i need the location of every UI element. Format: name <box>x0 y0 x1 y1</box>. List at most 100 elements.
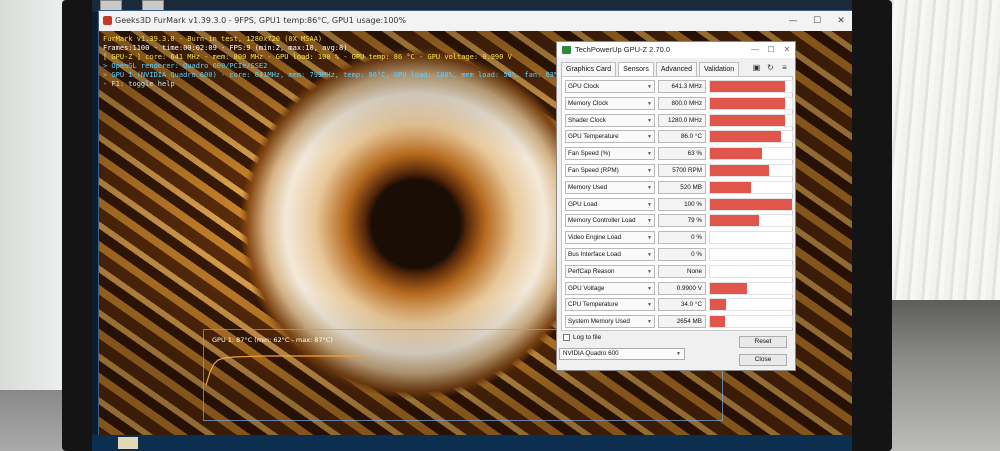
tab-validation[interactable]: Validation <box>698 62 740 76</box>
sensor-graph <box>709 164 793 177</box>
sensor-name-dropdown[interactable]: Bus Interface Load <box>565 248 655 261</box>
sensor-name-dropdown[interactable]: Fan Speed (RPM) <box>565 164 655 177</box>
sensor-value: 100 % <box>658 197 706 211</box>
sensor-graph-fill <box>710 165 770 176</box>
sensor-row: Memory Controller Load ▼ 79 % <box>565 214 793 228</box>
tab-sensors[interactable]: Sensors <box>618 62 654 76</box>
sensor-row: PerfCap Reason ▼ None <box>565 264 793 279</box>
maximize-button[interactable]: ☐ <box>805 11 829 31</box>
log-to-file-option[interactable]: Log to file <box>563 333 601 342</box>
camera-icon[interactable]: ▣ <box>752 63 761 72</box>
osd-line: > OpenGL renderer: Quadro 600/PCIe/SSE2 <box>103 62 268 70</box>
sensor-name-dropdown[interactable]: Fan Speed (%) <box>565 147 655 161</box>
chevron-down-icon: ▼ <box>647 285 652 292</box>
osd-line: - F1: toggle help <box>103 80 175 88</box>
sensor-row: Fan Speed (RPM) ▼ 5700 RPM <box>565 164 793 178</box>
sensor-graph-fill <box>710 282 747 294</box>
sensor-row: GPU Voltage ▼ 0.9900 V <box>565 281 793 296</box>
sensor-list: GPU Clock ▼ 641.3 MHz Memory Clock ▼ 800.0 MH… <box>561 76 793 331</box>
sensor-value: 5700 RPM <box>658 164 706 177</box>
osd-line: Frames:1100 - time:00:02:09 - FPS:9 (min… <box>103 44 348 52</box>
minimize-button[interactable]: — <box>781 11 805 31</box>
chevron-down-icon: ▼ <box>647 268 652 275</box>
sensor-name-dropdown[interactable]: Shader Clock <box>565 113 655 127</box>
sensor-value: 79 % <box>658 214 706 228</box>
refresh-icon[interactable]: ↻ <box>766 63 775 72</box>
osd-line: FurMark v1.39.3.0 - Burn-in test, 1280x7… <box>103 35 323 43</box>
sensor-graph <box>709 264 793 278</box>
gpuz-tabs: Graphics Card Sensors Advanced Validatio… <box>561 62 740 76</box>
sensor-name-dropdown[interactable]: GPU Temperature <box>565 130 655 144</box>
gpuz-window[interactable]: TechPowerUp GPU-Z 2.70.0 — ☐ ✕ Graphics … <box>556 41 796 371</box>
sensor-row: Shader Clock ▼ 1280.0 MHz <box>565 113 793 128</box>
sensor-graph <box>709 214 793 228</box>
log-to-file-checkbox[interactable] <box>563 334 570 341</box>
sensor-graph-fill <box>710 198 792 210</box>
sensor-name-dropdown[interactable]: CPU Temperature <box>565 298 655 312</box>
sensor-name-dropdown[interactable]: Video Engine Load <box>565 231 655 245</box>
sensor-graph <box>709 197 793 211</box>
sensor-value: 1280.0 MHz <box>658 113 706 127</box>
sensor-graph-fill <box>710 81 786 92</box>
sensor-row: Bus Interface Load ▼ 0 % <box>565 248 793 262</box>
sensor-name-dropdown[interactable]: Memory Clock <box>565 96 655 110</box>
sensor-graph <box>709 315 793 329</box>
furmark-titlebar[interactable]: Geeks3D FurMark v1.39.3.0 - 9FPS, GPU1 t… <box>99 11 852 31</box>
chevron-down-icon: ▼ <box>647 201 652 208</box>
sensor-graph <box>709 80 793 93</box>
close-button[interactable]: ✕ <box>779 42 795 58</box>
sensor-value: 2654 MB <box>658 315 706 329</box>
sensor-row: System Memory Used ▼ 2654 MB <box>565 315 793 329</box>
reset-button[interactable]: Reset <box>739 336 787 348</box>
sensor-value: 34.0 °C <box>658 298 706 312</box>
close-button[interactable]: ✕ <box>829 11 852 31</box>
gpuz-window-title: TechPowerUp GPU-Z 2.70.0 <box>575 45 671 54</box>
close-dialog-button[interactable]: Close <box>739 354 787 366</box>
sensor-row: Fan Speed (%) ▼ 63 % <box>565 147 793 161</box>
sensor-graph <box>709 248 793 261</box>
sensor-value: 520 MB <box>658 180 706 194</box>
sensor-row: GPU Temperature ▼ 86.0 °C <box>565 130 793 144</box>
sensor-name-dropdown[interactable]: GPU Clock <box>565 80 655 93</box>
chevron-down-icon: ▼ <box>647 100 652 107</box>
gpuz-app-icon <box>562 46 571 54</box>
sensor-name-dropdown[interactable]: GPU Load <box>565 197 655 211</box>
chevron-down-icon: ▼ <box>676 351 681 357</box>
tab-graphics-card[interactable]: Graphics Card <box>561 62 617 76</box>
chevron-down-icon: ▼ <box>647 184 652 191</box>
sensor-graph <box>709 113 793 127</box>
sensor-value: 0 % <box>658 248 706 261</box>
sensor-graph <box>709 130 793 144</box>
minimize-button[interactable]: — <box>747 42 763 58</box>
taskbar <box>92 435 852 451</box>
sensor-value: 641.3 MHz <box>658 80 706 93</box>
gpuz-titlebar[interactable]: TechPowerUp GPU-Z 2.70.0 — ☐ ✕ <box>557 42 795 58</box>
taskbar-icon[interactable] <box>118 437 138 449</box>
sensor-graph <box>709 147 793 161</box>
sensor-row: GPU Load ▼ 100 % <box>565 197 793 212</box>
furmark-app-icon <box>103 16 112 25</box>
furmark-osd: FurMark v1.39.3.0 - Burn-in test, 1280x7… <box>103 35 558 89</box>
gpu-select[interactable]: NVIDIA Quadro 600 ▼ <box>559 348 685 360</box>
sensor-graph <box>709 231 793 245</box>
sensor-graph <box>709 180 793 194</box>
osd-line: > GPU 1 (NVIDIA Quadro 600) - core: 641M… <box>103 71 559 79</box>
furmark-window-title: Geeks3D FurMark v1.39.3.0 - 9FPS, GPU1 t… <box>115 16 407 25</box>
maximize-button[interactable]: ☐ <box>763 42 779 58</box>
gpu-select-value: NVIDIA Quadro 600 <box>563 350 619 357</box>
sensor-row: CPU Temperature ▼ 34.0 °C <box>565 298 793 312</box>
sensor-name-dropdown[interactable]: Memory Controller Load <box>565 214 655 228</box>
sensor-name-dropdown[interactable]: System Memory Used <box>565 315 655 329</box>
osd-line: [ GPU-Z ] core: 641 MHz - mem: 800 MHz -… <box>103 53 512 61</box>
sensor-graph <box>709 298 793 312</box>
chevron-down-icon: ▼ <box>647 252 652 258</box>
tab-advanced[interactable]: Advanced <box>655 62 697 76</box>
sensor-row: Memory Used ▼ 520 MB <box>565 180 793 195</box>
menu-icon[interactable]: ≡ <box>780 63 789 72</box>
sensor-graph-fill <box>710 148 762 160</box>
sensor-graph-fill <box>710 181 751 193</box>
sensor-graph-fill <box>710 131 781 143</box>
sensor-name-dropdown[interactable]: GPU Voltage <box>565 281 655 295</box>
sensor-name-dropdown[interactable]: Memory Used <box>565 180 655 194</box>
sensor-name-dropdown[interactable]: PerfCap Reason <box>565 264 655 278</box>
